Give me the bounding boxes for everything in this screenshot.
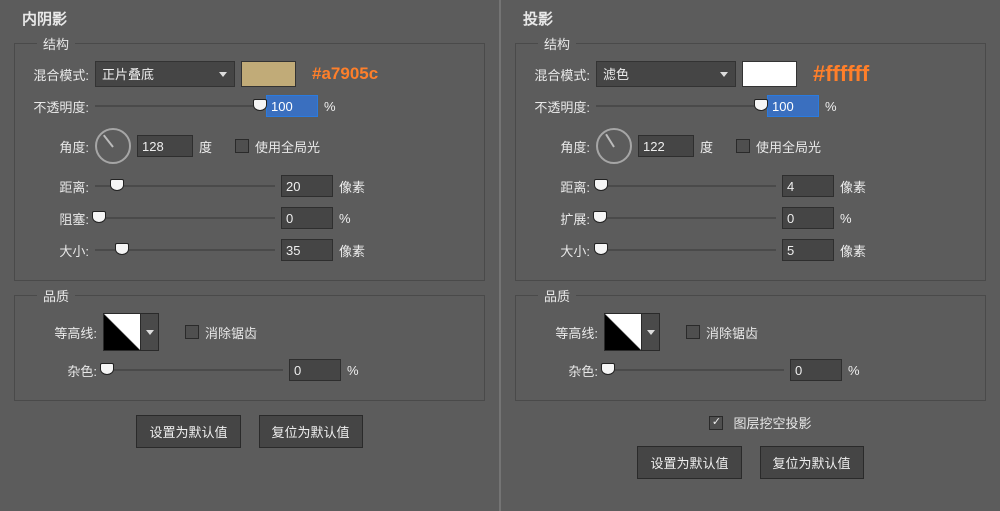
angle-label: 角度:: [51, 137, 89, 156]
antialias-label: 消除锯齿: [205, 323, 257, 342]
spread-slider[interactable]: [596, 208, 776, 228]
distance-unit: 像素: [840, 177, 870, 196]
blend-mode-select[interactable]: 滤色: [596, 61, 736, 87]
noise-label: 杂色:: [552, 361, 598, 380]
global-light-checkbox[interactable]: [736, 139, 750, 153]
contour-label: 等高线:: [51, 323, 97, 342]
angle-input[interactable]: [137, 135, 193, 157]
color-swatch[interactable]: [241, 61, 296, 87]
choke-unit: %: [339, 211, 369, 226]
global-light-label: 使用全局光: [255, 137, 320, 156]
antialias-label: 消除锯齿: [706, 323, 758, 342]
group-title-quality: 品质: [37, 286, 75, 305]
spread-label: 扩展:: [552, 209, 590, 228]
distance-slider[interactable]: [95, 176, 275, 196]
opacity-slider[interactable]: [95, 96, 260, 116]
size-input[interactable]: [281, 239, 333, 261]
angle-input[interactable]: [638, 135, 694, 157]
inner-shadow-panel: 内阴影 结构 混合模式: 正片叠底 #a7905c 不透明度: %: [0, 0, 499, 511]
knockout-label: 图层挖空投影: [733, 413, 811, 432]
global-light-checkbox[interactable]: [235, 139, 249, 153]
opacity-label: 不透明度:: [27, 97, 89, 116]
angle-dial[interactable]: [596, 128, 632, 164]
drop-shadow-panel: 投影 结构 混合模式: 滤色 #ffffff 不透明度: %: [499, 0, 1000, 511]
choke-label: 阻塞:: [51, 209, 89, 228]
size-label: 大小:: [51, 241, 89, 260]
contour-label: 等高线:: [552, 323, 598, 342]
noise-input[interactable]: [289, 359, 341, 381]
opacity-unit: %: [324, 99, 354, 114]
contour-dropdown-icon[interactable]: [141, 313, 159, 351]
hex-annotation: #a7905c: [312, 64, 378, 84]
reset-default-button[interactable]: 复位为默认值: [259, 415, 363, 448]
contour-thumb-icon: [604, 313, 642, 351]
make-default-button[interactable]: 设置为默认值: [637, 446, 741, 479]
opacity-label: 不透明度:: [528, 97, 590, 116]
noise-input[interactable]: [790, 359, 842, 381]
size-slider[interactable]: [95, 240, 275, 260]
spread-unit: %: [840, 211, 870, 226]
contour-dropdown-icon[interactable]: [642, 313, 660, 351]
size-slider[interactable]: [596, 240, 776, 260]
contour-thumb-icon: [103, 313, 141, 351]
blend-mode-label: 混合模式:: [528, 65, 590, 84]
size-unit: 像素: [339, 241, 369, 260]
make-default-button[interactable]: 设置为默认值: [136, 415, 240, 448]
size-unit: 像素: [840, 241, 870, 260]
distance-input[interactable]: [281, 175, 333, 197]
structure-group: 结构 混合模式: 正片叠底 #a7905c 不透明度: %: [14, 43, 485, 281]
group-title-quality: 品质: [538, 286, 576, 305]
structure-group: 结构 混合模式: 滤色 #ffffff 不透明度: % 角度:: [515, 43, 986, 281]
opacity-input[interactable]: [266, 95, 318, 117]
distance-slider[interactable]: [596, 176, 776, 196]
group-title-structure: 结构: [538, 34, 576, 53]
opacity-input[interactable]: [767, 95, 819, 117]
noise-label: 杂色:: [51, 361, 97, 380]
group-title-structure: 结构: [37, 34, 75, 53]
opacity-unit: %: [825, 99, 855, 114]
hex-annotation: #ffffff: [813, 61, 869, 87]
blend-mode-select[interactable]: 正片叠底: [95, 61, 235, 87]
quality-group: 品质 等高线: 消除锯齿 杂色: %: [515, 295, 986, 401]
distance-unit: 像素: [339, 177, 369, 196]
size-label: 大小:: [552, 241, 590, 260]
knockout-checkbox[interactable]: [709, 416, 723, 430]
antialias-checkbox[interactable]: [686, 325, 700, 339]
global-light-label: 使用全局光: [756, 137, 821, 156]
size-input[interactable]: [782, 239, 834, 261]
noise-slider[interactable]: [604, 360, 784, 380]
angle-unit: 度: [700, 137, 730, 156]
antialias-checkbox[interactable]: [185, 325, 199, 339]
noise-unit: %: [848, 363, 878, 378]
distance-label: 距离:: [51, 177, 89, 196]
choke-slider[interactable]: [95, 208, 275, 228]
noise-unit: %: [347, 363, 377, 378]
quality-group: 品质 等高线: 消除锯齿 杂色: %: [14, 295, 485, 401]
blend-mode-label: 混合模式:: [27, 65, 89, 84]
contour-picker[interactable]: [103, 313, 159, 351]
color-swatch[interactable]: [742, 61, 797, 87]
angle-unit: 度: [199, 137, 229, 156]
angle-label: 角度:: [552, 137, 590, 156]
spread-input[interactable]: [782, 207, 834, 229]
noise-slider[interactable]: [103, 360, 283, 380]
panel-title: 内阴影: [12, 8, 487, 29]
distance-input[interactable]: [782, 175, 834, 197]
angle-dial[interactable]: [95, 128, 131, 164]
reset-default-button[interactable]: 复位为默认值: [760, 446, 864, 479]
contour-picker[interactable]: [604, 313, 660, 351]
opacity-slider[interactable]: [596, 96, 761, 116]
panel-title: 投影: [513, 8, 988, 29]
distance-label: 距离:: [552, 177, 590, 196]
choke-input[interactable]: [281, 207, 333, 229]
